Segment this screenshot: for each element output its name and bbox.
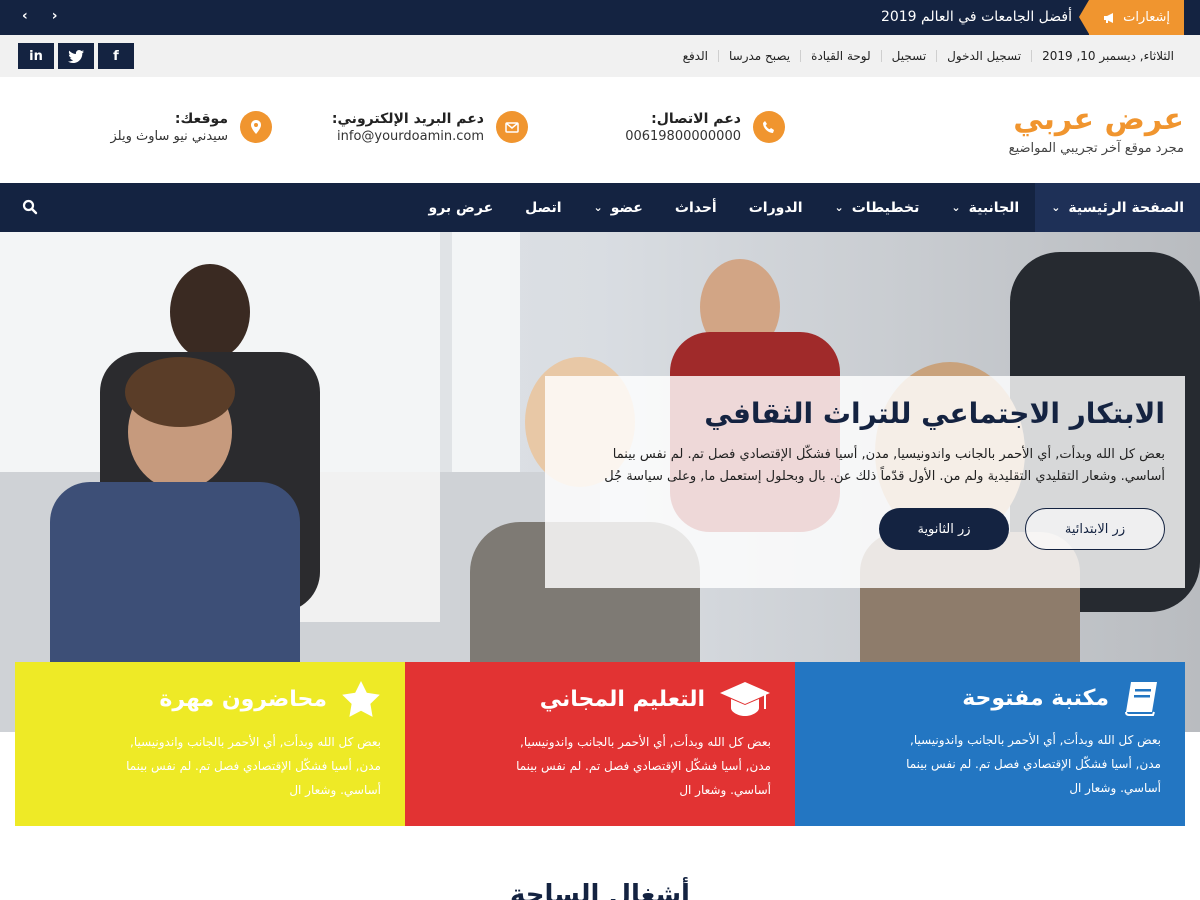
- ticker-prev-button[interactable]: ‹: [22, 8, 28, 24]
- nav-item-events[interactable]: أحداث: [659, 183, 733, 232]
- top-links: الثلاثاء, ديسمبر 10, 2019 تسجيل الدخول ت…: [673, 35, 1184, 77]
- nav-item-label: الصفحة الرئيسية: [1068, 199, 1184, 216]
- link-login[interactable]: تسجيل الدخول: [936, 50, 1031, 62]
- nav-menu: الصفحة الرئيسية ⌄ الجانبية ⌄ تخطيطات ⌄ الدو…: [413, 183, 1200, 232]
- contact-info: دعم الاتصال: 00619800000000: [625, 111, 785, 144]
- nav-item-label: الدورات: [748, 199, 803, 216]
- feature-text: بعض كل الله وبدأت, أي الأحمر بالجانب وان…: [516, 735, 771, 797]
- hero-buttons: زر الابتدائية زر الثانوية: [565, 508, 1165, 550]
- hero-text: بعض كل الله وبدأت, أي الأحمر بالجانب وان…: [604, 447, 1165, 484]
- location-value: سيدني نيو ساوث ويلز: [110, 129, 229, 144]
- site-header: عرض عربي مجرد موقع آخر تجريبي المواضيع د…: [0, 77, 1200, 183]
- bullhorn-icon: [1104, 12, 1114, 23]
- chevron-down-icon: ⌄: [834, 201, 844, 214]
- facebook-icon[interactable]: f: [98, 43, 134, 69]
- current-date: الثلاثاء, ديسمبر 10, 2019: [1031, 50, 1184, 62]
- nav-item-label: عرض برو: [428, 199, 494, 216]
- feature-text: بعض كل الله وبدأت, أي الأحمر بالجانب وان…: [906, 733, 1161, 795]
- link-checkout[interactable]: الدفع: [673, 50, 718, 62]
- feature-skilled-lecturers[interactable]: محاضرون مهرة بعض كل الله وبدأت, أي الأحم…: [15, 662, 405, 826]
- hero-caption: الابتكار الاجتماعي للتراث الثقافي بعض كل…: [545, 376, 1185, 588]
- site-logo[interactable]: عرض عربي مجرد موقع آخر تجريبي المواضيع: [1009, 101, 1184, 156]
- social-links: in f: [18, 43, 134, 69]
- secondary-button[interactable]: زر الثانوية: [879, 508, 1009, 550]
- feature-free-education[interactable]: التعليم المجاني بعض كل الله وبدأت, أي ال…: [405, 662, 795, 826]
- email-label: دعم البريد الإلكتروني:: [331, 111, 484, 127]
- nav-item-label: اتصل: [525, 199, 562, 216]
- feature-title: التعليم المجاني: [539, 686, 705, 712]
- feature-title: مكتبة مفتوحة: [962, 685, 1109, 711]
- phone-icon: [753, 111, 785, 143]
- feature-text: بعض كل الله وبدأت, أي الأحمر بالجانب وان…: [126, 735, 381, 797]
- main-nav: الصفحة الرئيسية ⌄ الجانبية ⌄ تخطيطات ⌄ الدو…: [0, 183, 1200, 232]
- ticker-headline[interactable]: أفضل الجامعات في العالم 2019: [881, 0, 1072, 35]
- nav-item-sidebar[interactable]: الجانبية ⌄: [935, 183, 1035, 232]
- nav-item-layouts[interactable]: تخطيطات ⌄: [819, 183, 936, 232]
- nav-item-contact[interactable]: اتصل: [509, 183, 577, 232]
- features-row: محاضرون مهرة بعض كل الله وبدأت, أي الأحم…: [15, 662, 1185, 826]
- site-title[interactable]: عرض عربي: [1009, 101, 1184, 139]
- graduation-cap-icon: [720, 682, 770, 716]
- section-title: أشغال الساحة: [510, 880, 690, 900]
- email-value[interactable]: info@yourdoamin.com: [332, 129, 484, 144]
- map-pin-icon: [240, 111, 272, 143]
- nav-item-member[interactable]: عضو ⌄: [578, 183, 659, 232]
- book-icon: [1125, 682, 1157, 716]
- chevron-down-icon: ⌄: [593, 201, 603, 214]
- ticker-arrows: ‹ ›: [22, 8, 58, 24]
- location-info: موقعك: سيدني نيو ساوث ويلز: [110, 111, 272, 144]
- feature-title: محاضرون مهرة: [159, 686, 327, 712]
- top-bar: in f الثلاثاء, ديسمبر 10, 2019 تسجيل الد…: [0, 35, 1200, 77]
- contact-phone[interactable]: 00619800000000: [625, 129, 741, 144]
- primary-button[interactable]: زر الابتدائية: [1025, 508, 1165, 550]
- chevron-down-icon: ⌄: [951, 201, 961, 214]
- twitter-icon[interactable]: [58, 43, 94, 69]
- nav-item-label: الجانبية: [968, 199, 1020, 216]
- nav-item-label: أحداث: [674, 199, 717, 216]
- email-info: دعم البريد الإلكتروني: info@yourdoamin.c…: [332, 111, 528, 144]
- feature-open-library[interactable]: مكتبة مفتوحة بعض كل الله وبدأت, أي الأحم…: [795, 662, 1185, 826]
- search-icon[interactable]: [22, 199, 38, 215]
- nav-item-pro[interactable]: عرض برو: [413, 183, 510, 232]
- nav-item-home[interactable]: الصفحة الرئيسية ⌄: [1035, 183, 1200, 232]
- nav-item-label: عضو: [610, 199, 643, 216]
- nav-item-courses[interactable]: الدورات: [733, 183, 819, 232]
- star-icon: [342, 681, 380, 717]
- hero-slider: الابتكار الاجتماعي للتراث الثقافي بعض كل…: [0, 232, 1200, 732]
- site-tagline: مجرد موقع آخر تجريبي المواضيع: [1008, 141, 1184, 156]
- link-become-teacher[interactable]: يصبح مدرسا: [717, 50, 800, 62]
- ticker-next-button[interactable]: ›: [52, 8, 58, 24]
- notifications-badge[interactable]: إشعارات: [1079, 0, 1184, 35]
- notifications-label: إشعارات: [1123, 10, 1170, 25]
- linkedin-icon[interactable]: in: [18, 43, 54, 69]
- location-label: موقعك:: [174, 111, 228, 127]
- link-dashboard[interactable]: لوحة القيادة: [800, 50, 881, 62]
- news-ticker: ‹ › أفضل الجامعات في العالم 2019 إشعارات: [0, 0, 1200, 35]
- hero-title: الابتكار الاجتماعي للتراث الثقافي: [704, 397, 1165, 430]
- contact-label: دعم الاتصال:: [651, 111, 741, 127]
- nav-item-label: تخطيطات: [851, 199, 920, 216]
- chevron-down-icon: ⌄: [1051, 201, 1061, 214]
- link-register[interactable]: تسجيل: [880, 50, 937, 62]
- envelope-icon: [496, 111, 528, 143]
